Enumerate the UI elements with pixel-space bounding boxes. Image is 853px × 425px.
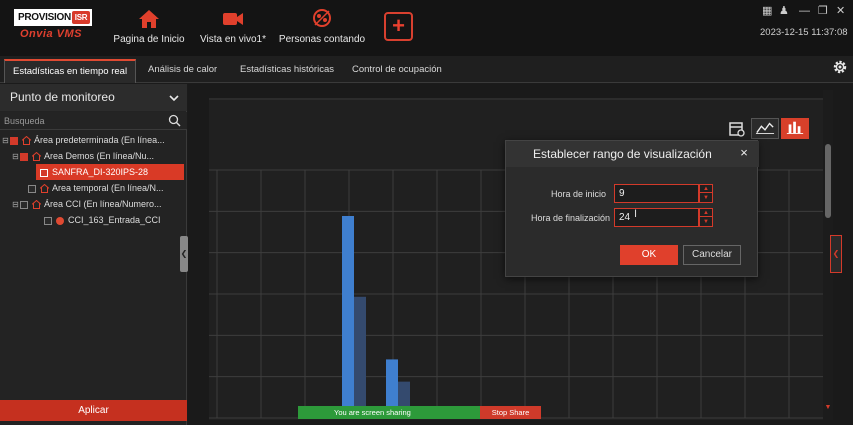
nav-home-button[interactable]: Pagina de Inicio <box>111 8 187 48</box>
gear-icon[interactable] <box>832 59 848 75</box>
tab-historical-stats[interactable]: Estadísticas históricas <box>232 59 342 83</box>
area-icon <box>32 152 41 162</box>
tree-checkbox[interactable] <box>20 152 28 161</box>
area-icon <box>22 136 31 146</box>
dialog-title: Establecer rango de visualización <box>506 141 759 167</box>
collapse-panel-handle[interactable]: ❮ <box>180 236 188 272</box>
monitoring-point-panel: Punto de monitoreo Busqueda ⊟ Área predet… <box>0 84 187 425</box>
clock-datetime: 2023-12-15 11:37:08 <box>760 27 848 38</box>
area-icon <box>40 184 49 194</box>
calendar-range-button[interactable] <box>725 118 753 139</box>
add-tab-button[interactable]: + <box>384 12 413 41</box>
stop-share-button[interactable]: Stop Share <box>480 406 541 419</box>
tab-heat-analysis[interactable]: Análisis de calor <box>140 59 225 83</box>
minimize-icon[interactable]: — <box>799 5 810 17</box>
start-hour-label: Hora de inicio <box>550 189 606 199</box>
bar-chart-icon <box>786 121 804 134</box>
chevron-up-icon[interactable]: ▲ <box>700 185 712 193</box>
start-hour-stepper[interactable]: ▲ ▼ <box>699 184 713 203</box>
area-icon <box>32 200 41 210</box>
tree-item-area-temporal[interactable]: Area temporal (En línea/N... <box>20 180 186 196</box>
close-icon[interactable]: ✕ <box>836 5 845 17</box>
chart-bar <box>342 216 354 418</box>
ok-button[interactable]: OK <box>620 245 678 265</box>
tree-item-camera-cci[interactable]: CCI_163_Entrada_CCI <box>36 212 186 228</box>
tab-occupancy-control[interactable]: Control de ocupación <box>344 59 450 83</box>
bar-chart-toggle[interactable] <box>781 118 809 139</box>
tree-expander[interactable]: ⊟ <box>12 197 20 213</box>
end-hour-label: Hora de finalización <box>530 213 610 223</box>
tree-item-device-sanfra[interactable]: SANFRA_DI-320IPS-28 <box>36 164 184 180</box>
tab-bar: Estadísticas en tiempo real Análisis de … <box>0 56 853 83</box>
people-counting-icon <box>313 9 331 27</box>
chevron-down-icon[interactable]: ▼ <box>700 194 712 202</box>
cancel-button[interactable]: Cancelar <box>683 245 741 265</box>
monitoring-point-dropdown[interactable]: Punto de monitoreo <box>0 84 187 111</box>
nav-live-view-button[interactable]: Vista en vivo1* <box>197 8 269 48</box>
tree-checkbox[interactable] <box>44 216 52 225</box>
line-chart-icon <box>755 122 775 134</box>
camera-icon <box>56 216 64 225</box>
chevron-up-icon[interactable]: ▲ <box>700 209 712 217</box>
top-bar: PROVISION ISR Onvia VMS Pagina de Inicio … <box>0 0 853 56</box>
search-icon[interactable] <box>168 114 181 127</box>
grid-icon[interactable]: ▦ <box>762 5 772 17</box>
tree-checkbox[interactable] <box>40 168 48 177</box>
expand-right-panel-handle[interactable]: ❮ <box>830 235 842 273</box>
chevron-down-icon <box>169 95 179 102</box>
home-icon <box>139 10 159 28</box>
search-input[interactable]: Busqueda <box>0 112 187 130</box>
screen-sharing-bar: You are screen sharing <box>298 406 480 419</box>
tree-item-area-cci[interactable]: ⊟ Área CCI (En línea/Numero... <box>12 196 186 212</box>
tree-checkbox[interactable] <box>20 200 28 209</box>
start-hour-input[interactable] <box>614 184 699 203</box>
chevron-down-icon[interactable]: ▼ <box>700 218 712 226</box>
chart-bar <box>354 296 366 418</box>
apply-button[interactable]: Aplicar <box>0 400 187 421</box>
nav-people-counting-button[interactable]: Personas contando <box>276 8 368 48</box>
tree-item-area-demos[interactable]: ⊟ Area Demos (En línea/Nu... <box>12 148 186 164</box>
end-hour-stepper[interactable]: ▲ ▼ <box>699 208 713 227</box>
tab-realtime-stats[interactable]: Estadísticas en tiempo real <box>4 59 137 83</box>
text-cursor-icon: I <box>634 208 638 220</box>
tree-expander[interactable]: ⊟ <box>2 133 10 149</box>
scroll-down-icon[interactable]: ▼ <box>823 404 833 411</box>
end-hour-input[interactable] <box>614 208 699 227</box>
scrollbar-thumb[interactable] <box>825 144 831 218</box>
line-chart-toggle[interactable] <box>751 118 779 139</box>
tree-expander[interactable]: ⊟ <box>12 149 20 165</box>
dialog-close-icon[interactable]: × <box>737 146 751 160</box>
restore-icon[interactable]: ❐ <box>818 5 828 17</box>
camera-icon <box>223 13 243 25</box>
tree-item-area-default[interactable]: ⊟ Área predeterminada (En línea... <box>2 132 186 148</box>
user-icon[interactable]: ♟ <box>779 5 789 17</box>
brand-logo: PROVISION ISR Onvia VMS <box>14 9 94 41</box>
calendar-icon <box>729 122 745 137</box>
tree-checkbox[interactable] <box>10 136 18 145</box>
display-range-dialog: Establecer rango de visualización × Hora… <box>505 140 759 277</box>
tree-checkbox[interactable] <box>28 184 36 193</box>
